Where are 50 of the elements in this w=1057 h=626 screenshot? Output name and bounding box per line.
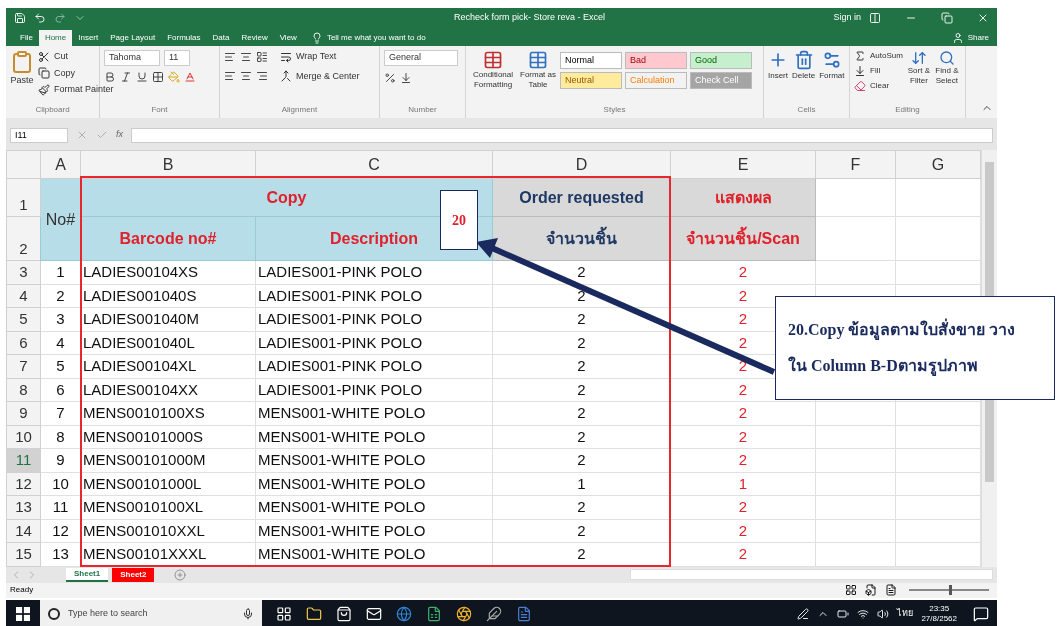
table-cell: LADIES00104XS bbox=[80, 260, 256, 284]
clock-date: 27/8/2562 bbox=[921, 614, 957, 624]
group-label: Font bbox=[150, 104, 169, 116]
table-cell: 2 bbox=[670, 495, 816, 519]
table-cell: LADIES001040M bbox=[80, 307, 256, 331]
group-label: Editing bbox=[894, 104, 921, 116]
table-cell: 2 bbox=[670, 401, 816, 425]
table-cell: LADIES001-PINK POLO bbox=[255, 260, 493, 284]
table-cell: MENS001-WHITE POLO bbox=[255, 495, 493, 519]
table-cell: LADIES001-PINK POLO bbox=[255, 284, 493, 308]
table-cell: LADIES001-PINK POLO bbox=[255, 354, 493, 378]
table-cell: MENS0010100XL bbox=[80, 495, 256, 519]
table-cell: 2 bbox=[670, 260, 816, 284]
header-cell: Barcode no# bbox=[80, 216, 256, 261]
table-cell: LADIES001-PINK POLO bbox=[255, 307, 493, 331]
group-label: Alignment bbox=[280, 104, 319, 116]
step-number-box: 20 bbox=[440, 190, 478, 250]
table-cell: LADIES001-PINK POLO bbox=[255, 378, 493, 402]
table-cell: MENS00101000S bbox=[80, 425, 256, 449]
table-cell: LADIES001040L bbox=[80, 331, 256, 355]
table-cell: MENS001010XXL bbox=[80, 519, 256, 543]
table-cell: LADIES00104XL bbox=[80, 354, 256, 378]
header-cell: จำนวนชิ้น bbox=[492, 216, 671, 261]
header-cell: จำนวนชิ้น/Scan bbox=[670, 216, 816, 261]
table-cell: 2 bbox=[670, 542, 816, 566]
table-cell: MENS001-WHITE POLO bbox=[255, 472, 493, 496]
group-label: Clipboard bbox=[34, 104, 71, 116]
table-cell: MENS0010100XS bbox=[80, 401, 256, 425]
table-cell: MENS001-WHITE POLO bbox=[255, 425, 493, 449]
group-label: Cells bbox=[796, 104, 817, 116]
clock-time: 23:35 bbox=[929, 604, 950, 614]
table-cell: LADIES001040S bbox=[80, 284, 256, 308]
table-cell: MENS001-WHITE POLO bbox=[255, 448, 493, 472]
header-cell: แสดงผล bbox=[670, 178, 816, 217]
table-cell: LADIES00104XX bbox=[80, 378, 256, 402]
table-cell: MENS001-WHITE POLO bbox=[255, 401, 493, 425]
table-cell: 1 bbox=[670, 472, 816, 496]
header-cell: No# bbox=[40, 178, 81, 261]
group-label: Number bbox=[407, 104, 438, 116]
status-text: Ready bbox=[10, 584, 34, 596]
table-cell: MENS001-WHITE POLO bbox=[255, 519, 493, 543]
table-cell: 2 bbox=[670, 448, 816, 472]
window-title: Recheck form pick- Store reva - Excel bbox=[454, 11, 606, 25]
table-cell: MENS00101000L bbox=[80, 472, 256, 496]
table-cell: MENS00101000M bbox=[80, 448, 256, 472]
table-cell: 2 bbox=[670, 425, 816, 449]
table-cell: 2 bbox=[670, 519, 816, 543]
group-label: Styles bbox=[602, 104, 627, 116]
header-cell: Order requested bbox=[492, 178, 671, 217]
table-cell: LADIES001-PINK POLO bbox=[255, 331, 493, 355]
